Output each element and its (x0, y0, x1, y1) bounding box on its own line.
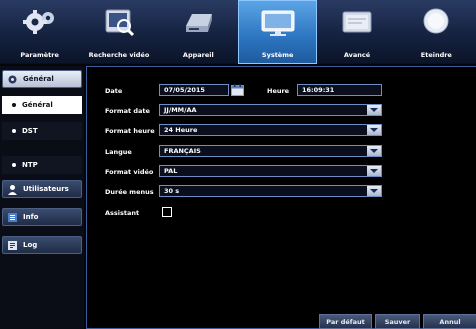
format-heure-select[interactable]: 24 Heure (159, 124, 382, 136)
format-date-label: Format date (105, 107, 150, 115)
toolbar-label: Recherche vidéo (88, 51, 150, 59)
button-label: Par défaut (326, 317, 365, 326)
sidebar-label: Info (23, 213, 39, 221)
sidebar-label: DST (22, 127, 38, 135)
toolbar-avance[interactable]: Avancé (317, 0, 396, 64)
toolbar-label: Système (261, 51, 294, 59)
format-heure-value: 24 Heure (164, 126, 198, 134)
chevron-down-icon (367, 146, 381, 156)
power-icon (423, 8, 449, 34)
format-video-select[interactable]: PAL (159, 165, 382, 177)
toolbar-recherche-video[interactable]: Recherche vidéo (79, 0, 158, 64)
chevron-down-icon (367, 166, 381, 176)
date-label: Date (105, 87, 123, 95)
default-button[interactable]: Par défaut (319, 314, 372, 329)
advanced-icon (342, 11, 372, 33)
heure-label: Heure (267, 87, 290, 95)
toolbar-parametre[interactable]: Paramètre (0, 0, 79, 64)
assistant-checkbox[interactable] (162, 207, 172, 217)
heure-value: 16:09:31 (302, 86, 335, 94)
chevron-down-icon (367, 125, 381, 135)
button-label: Sauver (384, 317, 411, 326)
toolbar-eteindre[interactable]: Eteindre (397, 0, 476, 64)
sidebar-label: Général (23, 75, 54, 83)
log-icon (8, 240, 17, 250)
user-icon (8, 184, 17, 195)
sidebar-cat-general[interactable]: Général (2, 70, 82, 88)
sidebar-cat-info[interactable]: Info (2, 208, 82, 226)
chevron-down-icon (367, 105, 381, 115)
general-settings-panel: Date 07/05/2015 Heure 16:09:31 Format da… (86, 66, 476, 329)
info-icon (8, 212, 17, 222)
bullet-icon (12, 103, 16, 107)
sidebar-label: NTP (22, 161, 38, 169)
calendar-icon[interactable] (231, 84, 244, 96)
button-label: Annul (439, 317, 461, 326)
bullet-icon (12, 163, 16, 167)
duree-menus-label: Durée menus (105, 188, 154, 196)
video-search-icon (105, 9, 135, 37)
toolbar-label: Appareil (182, 51, 214, 59)
date-value: 07/05/2015 (164, 86, 205, 94)
gear-icon (8, 75, 17, 83)
sidebar-cat-utilisateurs[interactable]: Utilisateurs (2, 180, 82, 198)
monitor-icon (261, 10, 295, 36)
sidebar-item-general[interactable]: Général (2, 96, 82, 114)
toolbar-systeme[interactable]: Système (237, 0, 318, 64)
bullet-icon (12, 129, 16, 133)
format-video-value: PAL (164, 167, 178, 175)
cancel-button[interactable]: Annul (423, 314, 476, 329)
format-video-label: Format vidéo (105, 168, 154, 176)
date-field[interactable]: 07/05/2015 (159, 84, 229, 96)
sidebar-label: Utilisateurs (23, 185, 69, 193)
sidebar-cat-log[interactable]: Log (2, 236, 82, 254)
heure-field[interactable]: 16:09:31 (297, 84, 382, 96)
sidebar-item-dst[interactable]: DST (2, 122, 82, 140)
duree-menus-value: 30 s (164, 187, 180, 195)
sidebar-item-ntp[interactable]: NTP (2, 156, 82, 174)
langue-label: Langue (105, 148, 132, 156)
format-date-value: JJ/MM/AA (164, 106, 197, 114)
langue-value: FRANÇAIS (164, 147, 201, 155)
format-date-select[interactable]: JJ/MM/AA (159, 104, 382, 116)
format-heure-label: Format heure (105, 127, 155, 135)
save-button[interactable]: Sauver (375, 314, 420, 329)
chevron-down-icon (367, 186, 381, 196)
gears-icon (22, 10, 54, 34)
main-toolbar: Paramètre Recherche vidéo Appareil Systè… (0, 0, 476, 64)
duree-menus-select[interactable]: 30 s (159, 185, 382, 197)
sidebar-label: Général (22, 101, 53, 109)
toolbar-appareil[interactable]: Appareil (159, 0, 238, 64)
assistant-label: Assistant (105, 209, 140, 217)
sidebar-label: Log (23, 241, 38, 249)
langue-select[interactable]: FRANÇAIS (159, 145, 382, 157)
toolbar-label: Paramètre (20, 51, 59, 59)
toolbar-label: Eteindre (420, 51, 452, 59)
toolbar-label: Avancé (343, 51, 371, 59)
hard-drive-icon (186, 14, 213, 32)
settings-sidebar: Général Général DST NTP Utilisateurs Inf… (0, 66, 84, 329)
